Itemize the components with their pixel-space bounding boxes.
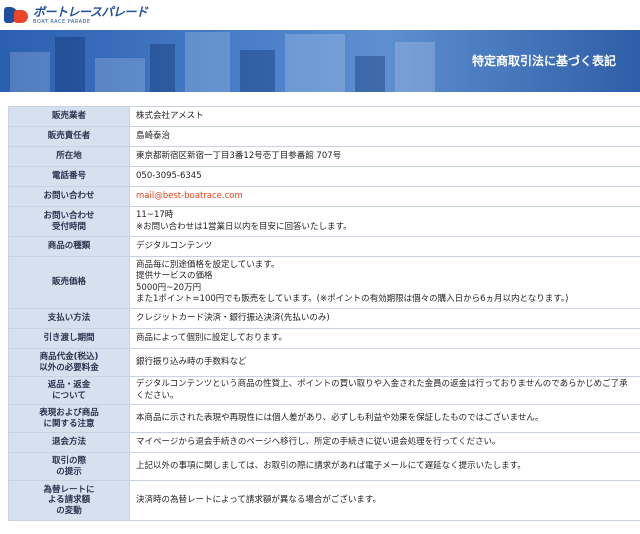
- table-row: 電話番号 050-3095-6345: [8, 167, 640, 187]
- row-value: 商品毎に別途価格を設定しています。 提供サービスの価格 5000円~20万円 ま…: [136, 260, 569, 304]
- table-row: 取引の際 の提示 上記以外の事項に関しましては、お取引の際に請求があれば電子メール…: [8, 453, 640, 481]
- site-logo[interactable]: ボートレースパレード BOAT RACE PARADE: [4, 3, 148, 27]
- row-label: 表現および商品 に関する注意: [8, 405, 130, 432]
- row-value: 上記以外の事項に関しましては、お取引の際に請求があれば電子メールにて遅延なく提示…: [136, 460, 526, 471]
- row-label: 販売業者: [8, 107, 130, 126]
- row-label: 為替レートに よる請求額 の変動: [8, 481, 130, 520]
- logo-mark-icon: [4, 5, 30, 25]
- contact-email-link[interactable]: mail@best-boatrace.com: [130, 187, 640, 206]
- table-row: 表現および商品 に関する注意 本商品に示された表現や再現性には個人差があり、必ずし…: [8, 405, 640, 433]
- row-value: デジタルコンテンツという商品の性質上、ポイントの買い取りや入金された金員の返金は…: [136, 379, 628, 401]
- row-value: 11~17時 ※お問い合わせは1営業日以内を目安に回答いたします。: [136, 210, 352, 232]
- table-row: 販売価格 商品毎に別途価格を設定しています。 提供サービスの価格 5000円~20…: [8, 257, 640, 309]
- row-label: 商品代金(税込) 以外の必要料金: [8, 349, 130, 376]
- row-value: 本商品に示された表現や再現性には個人差があり、必ずしも利益や効果を保証したもので…: [136, 412, 544, 423]
- row-label: 電話番号: [8, 167, 130, 186]
- row-value: 銀行振り込み時の手数料など: [136, 356, 247, 367]
- row-value: デジタルコンテンツ: [136, 240, 213, 251]
- row-value: 決済時の為替レートによって請求額が異なる場合がございます。: [136, 494, 381, 505]
- row-label: 所在地: [8, 147, 130, 166]
- row-label: 支払い方法: [8, 309, 130, 328]
- table-row: お問い合わせ mail@best-boatrace.com: [8, 187, 640, 207]
- row-value: 050-3095-6345: [136, 170, 202, 181]
- table-row: 商品代金(税込) 以外の必要料金 銀行振り込み時の手数料など: [8, 349, 640, 377]
- row-value: 東京都新宿区新宿一丁目3番12号壱丁目参番館 707号: [136, 150, 342, 161]
- row-label: 退会方法: [8, 433, 130, 452]
- table-row: 返品・返金 について デジタルコンテンツという商品の性質上、ポイントの買い取りや入…: [8, 377, 640, 405]
- logo-text: ボートレースパレード: [33, 4, 148, 19]
- table-row: 商品の種類 デジタルコンテンツ: [8, 237, 640, 257]
- row-label: 販売価格: [8, 257, 130, 308]
- row-label: 引き渡し期間: [8, 329, 130, 348]
- table-row: 引き渡し期間 商品によって個別に設定しております。: [8, 329, 640, 349]
- page-title: 特定商取引法に基づく表記: [471, 54, 616, 68]
- legal-info-table: 販売業者 株式会社アメスト 販売責任者 島崎泰治 所在地 東京都新宿区新宿一丁目3番1…: [8, 106, 640, 521]
- row-label: 販売責任者: [8, 127, 130, 146]
- table-row: 所在地 東京都新宿区新宿一丁目3番12号壱丁目参番館 707号: [8, 147, 640, 167]
- table-row: 販売責任者 島崎泰治: [8, 127, 640, 147]
- row-label: 商品の種類: [8, 237, 130, 256]
- row-label: 取引の際 の提示: [8, 453, 130, 480]
- table-row: 支払い方法 クレジットカード決済・銀行振込決済(先払いのみ): [8, 309, 640, 329]
- row-value: クレジットカード決済・銀行振込決済(先払いのみ): [136, 312, 330, 323]
- row-label: お問い合わせ 受付時間: [8, 207, 130, 236]
- table-row: お問い合わせ 受付時間 11~17時 ※お問い合わせは1営業日以内を目安に回答いた…: [8, 207, 640, 237]
- row-value: 商品によって個別に設定しております。: [136, 332, 287, 343]
- row-value: 株式会社アメスト: [136, 110, 204, 121]
- table-row: 為替レートに よる請求額 の変動 決済時の為替レートによって請求額が異なる場合がご…: [8, 481, 640, 521]
- header-banner: 特定商取引法に基づく表記: [0, 30, 640, 92]
- row-label: 返品・返金 について: [8, 377, 130, 404]
- top-bar: ボートレースパレード BOAT RACE PARADE: [0, 0, 640, 30]
- table-row: 販売業者 株式会社アメスト: [8, 107, 640, 127]
- logo-subtext: BOAT RACE PARADE: [33, 18, 91, 25]
- row-value: マイページから退会手続きのページへ移行し、所定の手続きに従い退会処理を行ってくだ…: [136, 436, 501, 447]
- row-label: お問い合わせ: [8, 187, 130, 206]
- row-value: 島崎泰治: [136, 130, 171, 141]
- table-row: 退会方法 マイページから退会手続きのページへ移行し、所定の手続きに従い退会処理を行…: [8, 433, 640, 453]
